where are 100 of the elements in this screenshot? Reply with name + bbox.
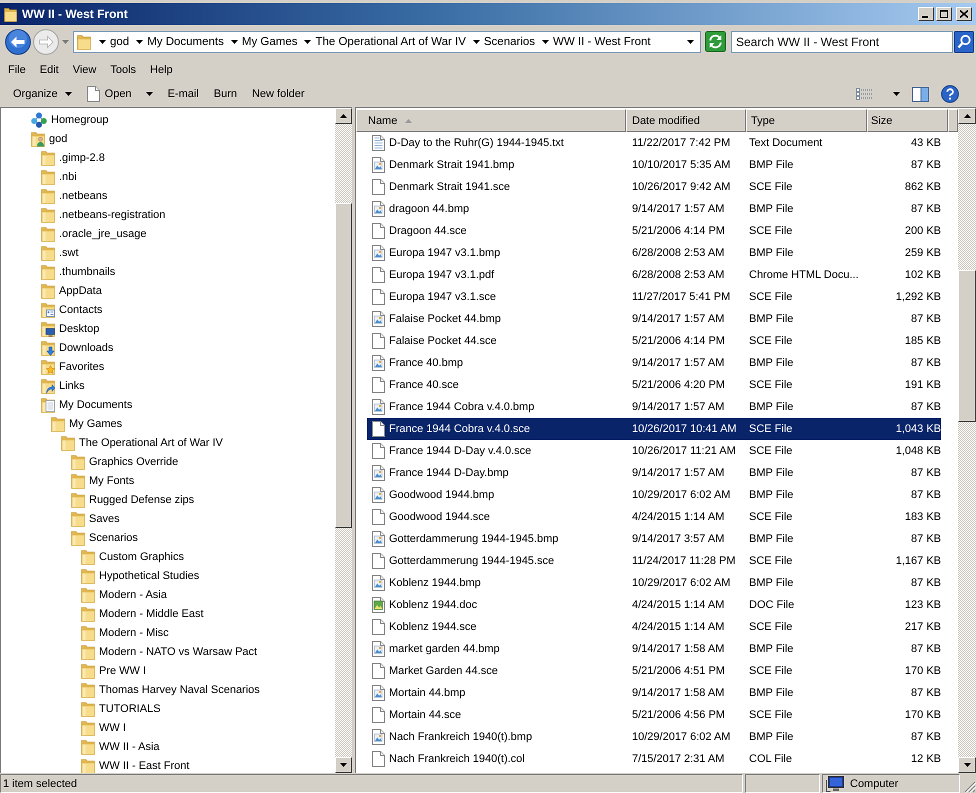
file-row[interactable]: market garden 44.bmp 9/14/2017 1:58 AM BMP File 87 KB — [367, 638, 941, 660]
tree-item[interactable]: .thumbnails — [41, 263, 118, 280]
tree-item[interactable]: .gimp-2.8 — [41, 149, 107, 166]
column-header[interactable]: Date modified — [626, 109, 746, 132]
file-row[interactable]: Dragoon 44.sce 5/21/2006 4:14 PM SCE File 200 KB — [367, 220, 941, 242]
menu-item[interactable]: View — [66, 62, 104, 78]
chevron-down-icon[interactable] — [542, 40, 550, 44]
tree-item[interactable]: Modern - Middle East — [81, 605, 206, 622]
tree-item[interactable]: My Games — [51, 415, 124, 432]
column-header[interactable]: Size — [867, 109, 948, 132]
file-row[interactable]: D-Day to the Ruhr(G) 1944-1945.txt 11/22/2017 7:42 PM Text Document 43 KB — [367, 132, 941, 154]
toolbar-button[interactable]: New folder — [244, 85, 312, 103]
breadcrumb[interactable]: My Documents — [146, 36, 225, 48]
file-row[interactable]: dragoon 44.bmp 9/14/2017 1:57 AM BMP File 87 KB — [367, 198, 941, 220]
tree-item[interactable]: .oracle_jre_usage — [41, 225, 148, 242]
file-row[interactable]: Goodwood 1944.bmp 10/29/2017 6:02 AM BMP File 87 KB — [367, 484, 941, 506]
file-row[interactable]: Europa 1947 v3.1.pdf 6/28/2008 2:53 AM Chrome HTML Docu... 102 KB — [367, 264, 941, 286]
tree-item[interactable]: Thomas Harvey Naval Scenarios — [81, 681, 262, 698]
toolbar-button[interactable]: Organize — [6, 85, 79, 103]
scroll-down-button[interactable] — [958, 757, 976, 773]
file-row[interactable]: France 1944 D-Day.bmp 9/14/2017 1:57 AM BMP File 87 KB — [367, 462, 941, 484]
tree-item[interactable]: Scenarios — [71, 529, 140, 546]
search-button[interactable] — [954, 30, 974, 52]
scrollbar-thumb[interactable] — [335, 203, 352, 528]
tree-item[interactable]: .netbeans-registration — [41, 206, 168, 223]
file-row[interactable]: Nach Frankreich 1940(t).bmp 10/29/2017 6:02 AM BMP File 87 KB — [367, 726, 941, 748]
menu-item[interactable]: File — [1, 62, 33, 78]
tree-item[interactable]: Modern - Asia — [81, 586, 169, 603]
maximize-button[interactable] — [936, 7, 952, 21]
menu-item[interactable]: Tools — [103, 62, 144, 78]
tree-item[interactable]: Modern - NATO vs Warsaw Pact — [81, 643, 260, 660]
tree-item[interactable]: Modern - Misc — [81, 624, 171, 641]
file-row[interactable]: Market Garden 44.sce 5/21/2006 4:51 PM SCE File 170 KB — [367, 660, 941, 682]
file-row[interactable]: France 40.bmp 9/14/2017 1:57 AM BMP File 87 KB — [367, 352, 941, 374]
menu-item[interactable]: Help — [143, 62, 180, 78]
file-row[interactable]: France 1944 Cobra v.4.0.bmp 9/14/2017 1:57 AM BMP File 87 KB — [367, 396, 941, 418]
tree-item[interactable]: AppData — [41, 282, 104, 299]
toolbar-button[interactable]: Burn — [206, 85, 244, 103]
scrollbar-track[interactable] — [335, 108, 352, 773]
tree-item[interactable]: My Fonts — [71, 472, 136, 489]
change-view-button[interactable] — [856, 88, 872, 100]
breadcrumb[interactable]: My Games — [240, 36, 298, 48]
file-row[interactable]: Koblenz 1944.bmp 10/29/2017 6:02 AM BMP File 87 KB — [367, 572, 941, 594]
chevron-down-icon[interactable] — [136, 40, 144, 44]
tree-item[interactable]: Hypothetical Studies — [81, 567, 202, 584]
chevron-down-icon[interactable] — [230, 40, 238, 44]
tree-item[interactable]: WW I — [81, 719, 128, 736]
tree-item[interactable]: Pre WW I — [81, 662, 148, 679]
file-row[interactable]: France 1944 D-Day v.4.0.sce 10/26/2017 11:21 AM SCE File 1,048 KB — [367, 440, 941, 462]
tree-item[interactable]: .nbi — [41, 168, 79, 185]
resize-grip[interactable] — [964, 781, 976, 793]
toolbar-button[interactable]: E-mail — [160, 85, 206, 103]
file-row[interactable]: Mortain 44.sce 5/21/2006 4:56 PM SCE File 170 KB — [367, 704, 941, 726]
tree-item[interactable]: Saves — [71, 510, 122, 527]
minimize-button[interactable] — [918, 7, 934, 21]
scrollbar-track[interactable] — [958, 108, 976, 773]
address-bar[interactable]: god My Documents My Games The Operational Art of War IV Scenarios WW II - West Front — [73, 30, 701, 52]
file-row[interactable]: France 1944 Cobra v.4.0.sce 10/26/2017 10:41 AM SCE File 1,043 KB — [367, 418, 941, 440]
scroll-down-button[interactable] — [335, 757, 352, 773]
tree-item[interactable]: Contacts — [41, 301, 104, 318]
file-row[interactable]: Nach Frankreich 1940(t).col 7/15/2017 2:31 AM COL File 12 KB — [367, 748, 941, 770]
chevron-down-icon[interactable] — [304, 40, 312, 44]
file-row[interactable]: Europa 1947 v3.1.sce 11/27/2017 5:41 PM SCE File 1,292 KB — [367, 286, 941, 308]
file-row[interactable]: Gotterdammerung 1944-1945.sce 11/24/2017 11:28 PM SCE File 1,167 KB — [367, 550, 941, 572]
menu-item[interactable]: Edit — [32, 62, 66, 78]
preview-pane-button[interactable] — [912, 86, 929, 102]
caret-down-icon[interactable] — [687, 40, 694, 44]
tree-item[interactable]: Homegroup — [31, 111, 110, 128]
tree-item[interactable]: .netbeans — [41, 187, 110, 204]
file-row[interactable]: Goodwood 1944.sce 4/24/2015 1:14 AM SCE File 183 KB — [367, 506, 941, 528]
tree-item[interactable]: Graphics Override — [71, 453, 180, 470]
column-header[interactable]: Type — [746, 109, 867, 132]
breadcrumb[interactable]: god — [109, 36, 130, 48]
back-button[interactable] — [5, 28, 31, 54]
file-row[interactable]: Gotterdammerung 1944-1945.bmp 9/14/2017 3:57 AM BMP File 87 KB — [367, 528, 941, 550]
close-button[interactable] — [956, 7, 972, 21]
file-row[interactable]: Denmark Strait 1941.bmp 10/10/2017 5:35 AM BMP File 87 KB — [367, 154, 941, 176]
scroll-up-button[interactable] — [958, 108, 976, 124]
tree-item[interactable]: WW II - East Front — [81, 757, 192, 773]
tree-item[interactable]: Favorites — [41, 358, 106, 375]
scrollbar-thumb[interactable] — [958, 270, 976, 422]
tree-item[interactable]: Downloads — [41, 339, 116, 356]
breadcrumb[interactable]: WW II - West Front — [552, 36, 652, 48]
chevron-down-icon[interactable] — [472, 40, 480, 44]
tree-item[interactable]: Desktop — [41, 320, 102, 337]
file-row[interactable]: Denmark Strait 1941.sce 10/26/2017 9:42 AM SCE File 862 KB — [367, 176, 941, 198]
tree-item[interactable]: Links — [41, 377, 87, 394]
breadcrumb[interactable]: Scenarios — [482, 36, 536, 48]
scroll-up-button[interactable] — [335, 108, 352, 124]
chevron-down-icon[interactable] — [99, 40, 106, 44]
tree-item[interactable]: Rugged Defense zips — [71, 491, 196, 508]
tree-item[interactable]: WW II - Asia — [81, 738, 162, 755]
file-row[interactable]: France 40.sce 5/21/2006 4:20 PM SCE File 191 KB — [367, 374, 941, 396]
tree-item[interactable]: .swt — [41, 244, 81, 261]
help-button[interactable] — [941, 85, 959, 103]
tree-item[interactable]: Custom Graphics — [81, 548, 186, 565]
file-row[interactable]: Koblenz 1944.sce 4/24/2015 1:14 AM SCE File 217 KB — [367, 616, 941, 638]
file-row[interactable]: Falaise Pocket 44.sce 5/21/2006 4:14 PM SCE File 185 KB — [367, 330, 941, 352]
breadcrumb[interactable]: The Operational Art of War IV — [314, 36, 467, 48]
refresh-button[interactable] — [705, 31, 726, 52]
